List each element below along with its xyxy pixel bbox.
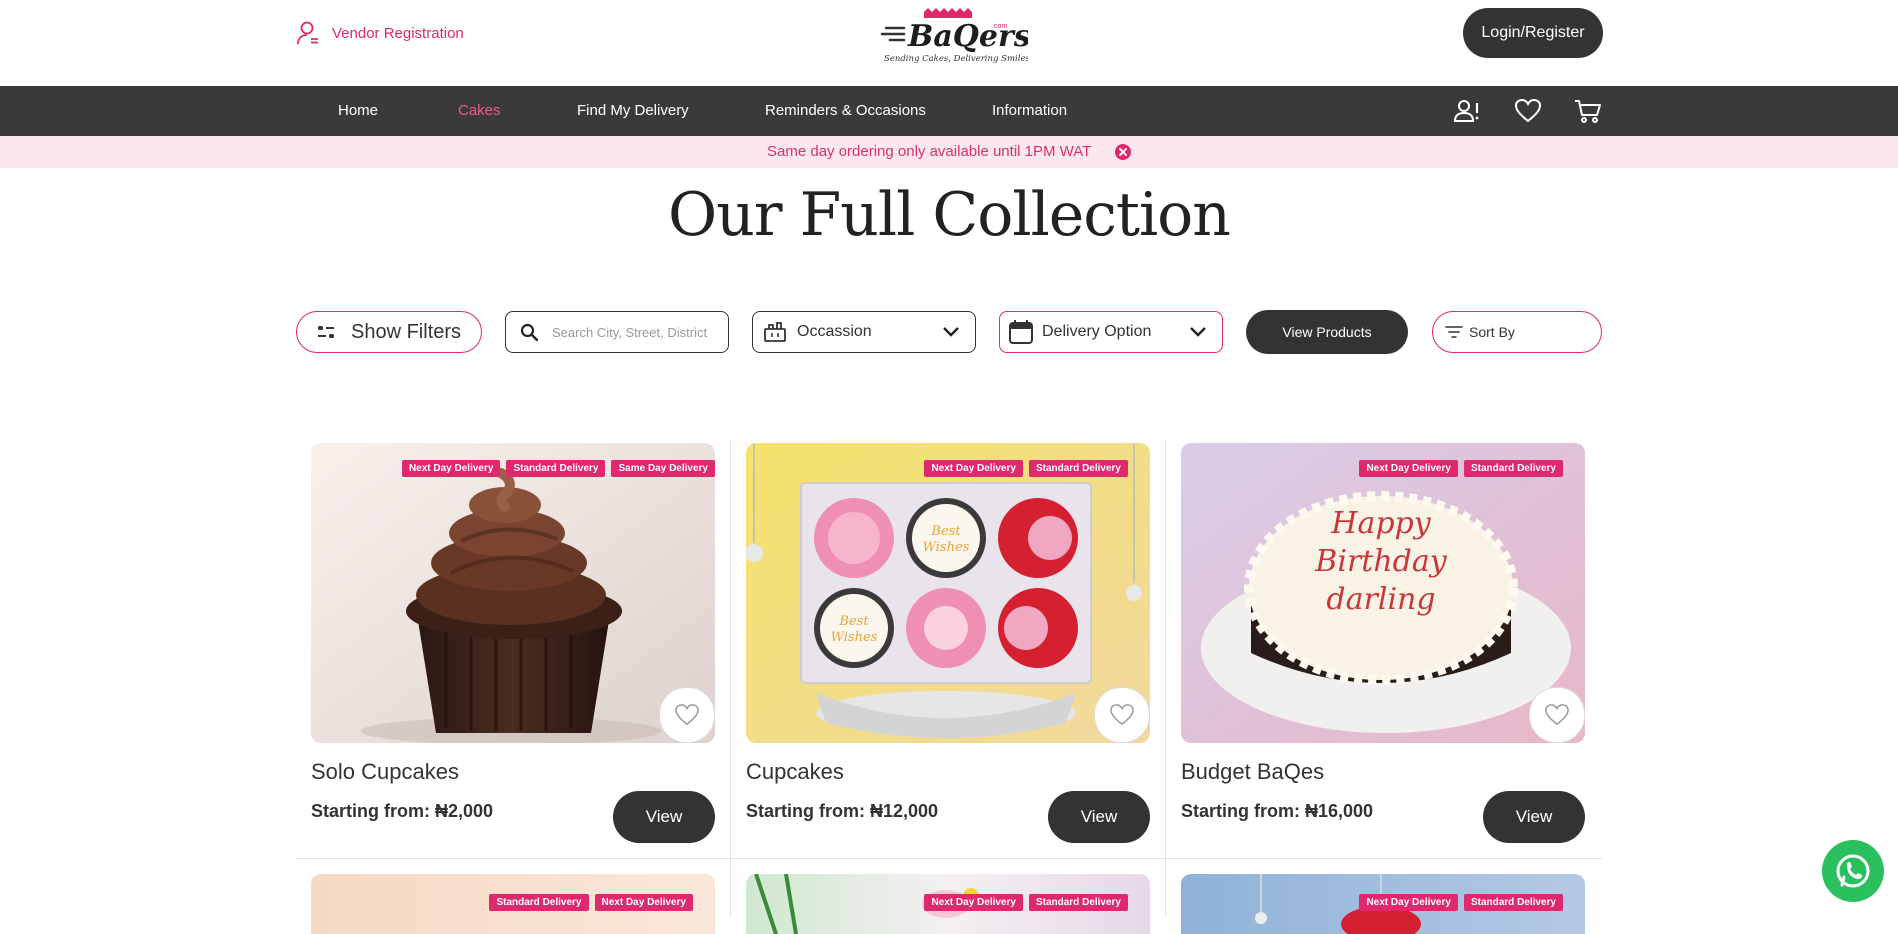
delivery-badge: Standard Delivery <box>1028 894 1128 911</box>
product-card[interactable]: Next Day Delivery Standard Delivery <box>1181 874 1585 934</box>
svg-text:Best: Best <box>930 524 961 539</box>
chevron-down-icon <box>1190 327 1206 337</box>
nav-item-information[interactable]: Information <box>992 86 1067 136</box>
occasion-select[interactable]: Occassion <box>752 311 976 353</box>
product-card[interactable]: Best Wishes Best Wishes Next Day Deliver… <box>746 443 1150 843</box>
view-product-button[interactable]: View <box>1048 791 1150 843</box>
delivery-badges: Next Day Delivery Standard Delivery <box>924 460 1128 477</box>
nav-item-cakes[interactable]: Cakes <box>458 86 501 136</box>
wishlist-button[interactable] <box>1529 687 1585 743</box>
grid-divider <box>1165 440 1166 916</box>
heart-icon <box>1545 704 1569 726</box>
vendor-registration-label: Vendor Registration <box>332 24 464 42</box>
login-register-button[interactable]: Login/Register <box>1463 8 1603 58</box>
main-nav: Home Cakes Find My Delivery Reminders & … <box>0 86 1898 136</box>
product-image[interactable]: Next Day Delivery Standard Delivery Same… <box>311 443 715 743</box>
delivery-badges: Next Day Delivery Standard Delivery <box>1359 460 1563 477</box>
delivery-option-label: Delivery Option <box>1042 323 1152 340</box>
vendor-registration-link[interactable]: Vendor Registration <box>296 20 464 46</box>
delivery-badge: Next Day Delivery <box>1359 894 1458 911</box>
wishlist-button[interactable] <box>659 687 715 743</box>
grid-divider <box>730 440 731 916</box>
product-card[interactable]: Next Day Delivery Standard Delivery Same… <box>311 443 715 843</box>
wishlist-button[interactable] <box>1094 687 1150 743</box>
search-input[interactable] <box>550 323 714 341</box>
delivery-badge: Next Day Delivery <box>1359 460 1458 477</box>
delivery-badge: Standard Delivery <box>506 460 606 477</box>
notice-banner: Same day ordering only available until 1… <box>0 136 1898 168</box>
product-card[interactable]: Standard Delivery Next Day Delivery <box>311 874 715 934</box>
heart-icon[interactable] <box>1514 98 1542 124</box>
svg-text:Wishes: Wishes <box>923 540 970 555</box>
grid-divider <box>296 858 1602 859</box>
delivery-badge: Standard Delivery <box>1463 460 1563 477</box>
product-name: Solo Cupcakes <box>311 759 459 784</box>
page-title: Our Full Collection <box>668 180 1231 250</box>
top-bar: Vendor Registration BaQers .com Sending … <box>0 0 1898 86</box>
product-price: Starting from: ₦2,000 <box>311 801 494 821</box>
occasion-icon <box>764 322 786 342</box>
product-image[interactable]: Best Wishes Best Wishes Next Day Deliver… <box>746 443 1150 743</box>
show-filters-label: Show Filters <box>351 320 462 343</box>
brand-logo[interactable]: BaQers .com Sending Cakes, Delivering Sm… <box>880 6 1031 68</box>
calendar-icon <box>1009 320 1033 344</box>
search-field[interactable] <box>505 311 729 353</box>
product-price: Starting from: ₦12,000 <box>746 801 939 821</box>
logo-suffix: .com <box>992 23 1007 30</box>
vendor-user-icon <box>297 21 318 45</box>
notice-text: Same day ordering only available until 1… <box>767 143 1092 160</box>
sort-icon <box>1445 326 1463 338</box>
product-image[interactable]: Happy Birthday darling Next Day Delivery… <box>1181 443 1585 743</box>
product-card[interactable]: Next Day Delivery Standard Delivery <box>746 874 1150 934</box>
show-filters-button[interactable]: Show Filters <box>296 311 482 353</box>
delivery-badge: Standard Delivery <box>1463 894 1563 911</box>
delivery-badges: Next Day Delivery Standard Delivery <box>1359 894 1563 911</box>
svg-text:Wishes: Wishes <box>831 630 878 645</box>
view-products-button[interactable]: View Products <box>1246 310 1408 354</box>
delivery-badges: Next Day Delivery Standard Delivery Same… <box>401 460 715 477</box>
delivery-badge: Next Day Delivery <box>594 894 693 911</box>
cake-inscription-line: darling <box>1326 582 1435 617</box>
logo-wordmark: BaQers <box>907 19 1028 54</box>
delivery-badge: Standard Delivery <box>489 894 589 911</box>
delivery-badge: Next Day Delivery <box>401 460 501 477</box>
product-card[interactable]: Happy Birthday darling Next Day Delivery… <box>1181 443 1585 843</box>
sort-by-select[interactable]: Sort By <box>1432 311 1602 353</box>
account-alert-icon[interactable] <box>1453 98 1481 124</box>
whatsapp-chat-button[interactable] <box>1822 840 1884 902</box>
nav-item-reminders-occasions[interactable]: Reminders & Occasions <box>765 86 926 136</box>
heart-icon <box>675 704 699 726</box>
heart-icon <box>1110 704 1134 726</box>
search-icon <box>520 323 538 341</box>
chevron-down-icon <box>943 327 959 337</box>
product-name: Budget BaQes <box>1181 759 1325 784</box>
delivery-badge: Standard Delivery <box>1028 460 1128 477</box>
view-product-button[interactable]: View <box>1483 791 1585 843</box>
cake-inscription-line: Birthday <box>1314 544 1447 579</box>
delivery-badge: Next Day Delivery <box>924 894 1023 911</box>
view-product-button[interactable]: View <box>613 791 715 843</box>
delivery-option-select[interactable]: Delivery Option <box>999 311 1223 353</box>
nav-item-find-my-delivery[interactable]: Find My Delivery <box>577 86 689 136</box>
nav-item-home[interactable]: Home <box>338 86 378 136</box>
cake-inscription-line: Happy <box>1330 506 1431 541</box>
sort-by-label: Sort By <box>1469 324 1515 340</box>
delivery-badge: Next Day Delivery <box>924 460 1023 477</box>
product-price: Starting from: ₦16,000 <box>1181 801 1374 821</box>
product-name: Cupcakes <box>746 759 844 784</box>
whatsapp-icon <box>1836 854 1870 888</box>
delivery-badges: Standard Delivery Next Day Delivery <box>489 894 693 911</box>
svg-text:Best: Best <box>838 614 869 629</box>
filter-toggle-icon <box>318 326 334 338</box>
delivery-badge: Same Day Delivery <box>611 460 715 477</box>
logo-tagline: Sending Cakes, Delivering Smiles <box>884 54 1028 64</box>
cart-icon[interactable] <box>1574 98 1602 124</box>
occasion-label: Occassion <box>797 323 872 340</box>
delivery-badges: Next Day Delivery Standard Delivery <box>924 894 1128 911</box>
close-icon[interactable] <box>1114 143 1132 161</box>
